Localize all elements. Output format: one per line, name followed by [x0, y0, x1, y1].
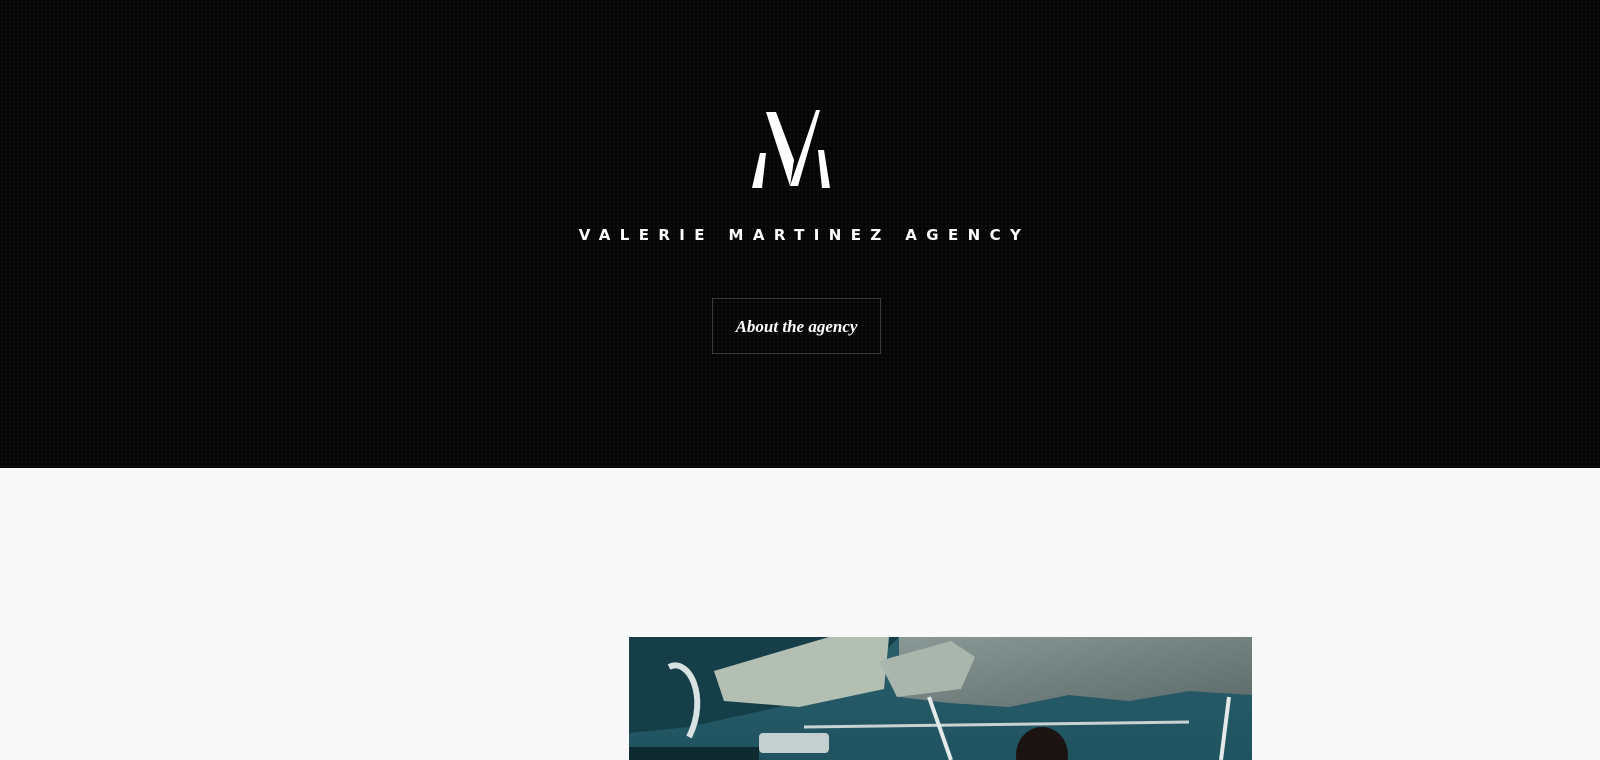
convertible-car-photo [629, 637, 1252, 760]
about-agency-button[interactable]: About the agency [712, 298, 881, 354]
hero-section: VALERIE MARTINEZ AGENCY About the agency [0, 0, 1600, 468]
agency-logo-icon[interactable] [752, 108, 836, 192]
agency-name: VALERIE MARTINEZ AGENCY [578, 226, 1031, 244]
featured-photo[interactable] [629, 637, 1252, 760]
